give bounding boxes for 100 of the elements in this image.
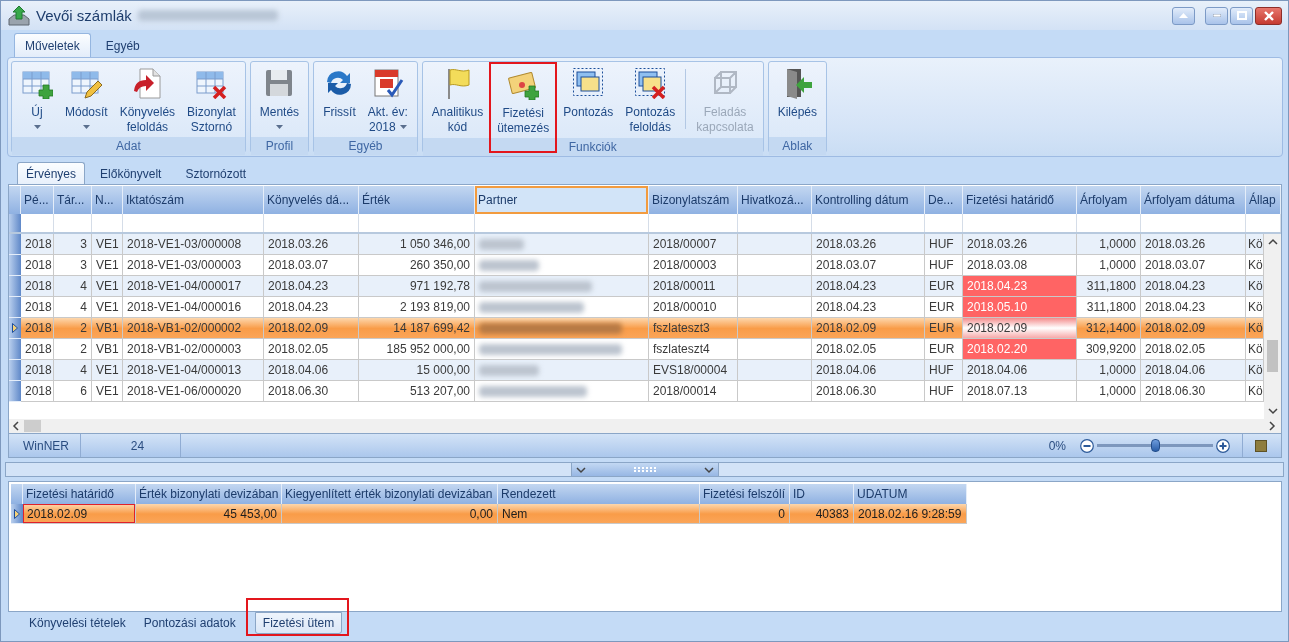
chevron-right-icon[interactable]	[1268, 421, 1276, 431]
ribbon-button[interactable]: Fizetési ütemezés	[491, 64, 556, 138]
chevron-left-icon[interactable]	[12, 421, 20, 431]
tray-arrow-icon	[8, 4, 30, 27]
stacked-windows-icon	[572, 67, 605, 99]
column-header[interactable]: Könyvelés dá...	[264, 186, 359, 214]
chevron-up-icon[interactable]	[1267, 238, 1278, 246]
table-row[interactable]: 2018 4 VE1 2018-VE1-04/000016 2018.04.23 2 193 819,00 2018/00010 2018.04.23 EUR 2018.05.10 311,1800 2018.04.23 Kö	[9, 297, 1264, 318]
column-header[interactable]: De...	[925, 186, 963, 214]
column-header[interactable]: Fizetési határidő	[23, 484, 136, 504]
column-header[interactable]: Kiegyenlített érték bizonylati devizában	[282, 484, 498, 504]
caret-icon	[82, 125, 90, 129]
column-header[interactable]: Fizetési határidő	[963, 186, 1077, 214]
zoom-out-icon[interactable]	[1080, 438, 1094, 453]
row-header[interactable]	[9, 276, 21, 297]
group-label: Funkciók	[422, 138, 763, 156]
table-row[interactable]: 2018 3 VE1 2018-VE1-03/000003 2018.03.07 260 350,00 2018/00003 2018.03.07 HUF 2018.03.08 1,0000 2018.03.07 Kö	[9, 255, 1264, 276]
blurred-text	[479, 238, 524, 250]
close-icon	[1263, 10, 1274, 21]
table-cell: 0	[700, 504, 790, 524]
tab[interactable]: Előkönyvelt	[91, 162, 171, 184]
table-cell: VE1	[92, 381, 123, 402]
ribbon-button[interactable]: Kilépés	[771, 63, 824, 137]
slider-thumb[interactable]	[1150, 439, 1160, 452]
tab[interactable]: Fizetési ütem	[254, 612, 343, 634]
ribbon-tab[interactable]: Egyéb	[94, 33, 151, 57]
row-header[interactable]	[9, 381, 21, 402]
ribbon-button[interactable]: Pontozás	[557, 63, 620, 137]
column-header[interactable]: Rendezett	[498, 484, 700, 504]
corner-header	[9, 186, 21, 214]
tab[interactable]: Sztornózott	[176, 162, 256, 184]
corner-header	[11, 484, 23, 504]
zoom-in-icon[interactable]	[1216, 438, 1230, 453]
window-title: Vevői számlák	[36, 7, 132, 24]
table-row[interactable]: 2018.02.09 45 453,00 0,00 Nem 0 40383 2018.02.16 9:28:59	[11, 504, 967, 524]
horizontal-scrollbar[interactable]	[9, 419, 1281, 433]
row-header[interactable]	[9, 339, 21, 360]
zoom-slider[interactable]	[1097, 439, 1213, 452]
column-header[interactable]: Állap	[1246, 186, 1281, 214]
ribbon-button[interactable]: Frissít	[317, 63, 362, 137]
ribbon-button[interactable]: Akt. év: 2018	[361, 63, 414, 137]
row-header[interactable]	[9, 318, 21, 339]
table-row[interactable]: 2018 6 VE1 2018-VE1-06/000020 2018.06.30 513 207,00 2018/00014 2018.06.30 HUF 2018.07.13 1,0000 2018.06.30 Kö	[9, 381, 1264, 402]
column-header[interactable]: Érték bizonylati devizában	[136, 484, 282, 504]
ribbon-tab[interactable]: Műveletek	[14, 33, 91, 57]
column-header[interactable]: Partner	[475, 186, 649, 214]
blurred-text	[479, 259, 539, 271]
row-header[interactable]	[9, 297, 21, 318]
chevron-down-icon[interactable]	[703, 465, 714, 474]
document-arrow-icon	[131, 67, 164, 99]
table-cell: 2018.02.09	[23, 504, 136, 524]
chevron-down-icon[interactable]	[575, 465, 586, 474]
square-icon[interactable]	[1255, 439, 1267, 452]
ribbon-button[interactable]: Bizonylat Sztornó	[181, 63, 242, 137]
column-header[interactable]: ID	[790, 484, 854, 504]
scrollbar-thumb[interactable]	[24, 420, 41, 432]
column-header[interactable]: Bizonylatszám	[649, 186, 738, 214]
row-header[interactable]	[11, 504, 23, 524]
ribbon-button[interactable]: Analitikus kód	[425, 63, 490, 137]
status-text: WinNER	[9, 434, 81, 457]
ribbon-button[interactable]: Mentés	[253, 63, 306, 137]
table-row[interactable]: 2018 4 VE1 2018-VE1-04/000013 2018.04.06 15 000,00 EVS18/00004 2018.04.06 HUF 2018.04.06 1,0000 2018.04.06 Kö	[9, 360, 1264, 381]
scrollbar-thumb[interactable]	[1267, 340, 1278, 372]
splitter-handle[interactable]	[570, 463, 719, 476]
table-row[interactable]: 2018 4 VE1 2018-VE1-04/000017 2018.04.23 971 192,78 2018/00011 2018.04.23 EUR 2018.04.23 311,1800 2018.04.23 Kö	[9, 276, 1264, 297]
ribbon-button[interactable]: Könyvelés feloldás	[113, 63, 182, 137]
table-cell: 45 453,00	[136, 504, 282, 524]
column-header[interactable]: Fizetési felszólí	[700, 484, 790, 504]
column-header[interactable]: Kontrolling dátum	[812, 186, 925, 214]
ribbon-button[interactable]: Pontozás feloldás	[619, 63, 682, 137]
row-header[interactable]	[9, 234, 21, 255]
column-header[interactable]: Árfolyam dátuma	[1141, 186, 1246, 214]
vertical-scrollbar[interactable]	[1264, 234, 1281, 419]
column-header[interactable]: Árfolyam	[1077, 186, 1141, 214]
row-header[interactable]	[9, 360, 21, 381]
table-row[interactable]: 2018 2 VB1 2018-VB1-02/000002 2018.02.09 14 187 699,42 fszlateszt3 2018.02.09 EUR 2018.02.09 312,1400 2018.02.09 Kö	[9, 318, 1264, 339]
tab[interactable]: Könyvelési tételek	[21, 612, 134, 634]
group-label: Egyéb	[314, 137, 417, 155]
column-header[interactable]: Tár...	[54, 186, 92, 214]
column-header[interactable]: Hivatkozá...	[738, 186, 812, 214]
ribbon-button[interactable]: Módosít	[59, 63, 114, 137]
collapse-ribbon-button[interactable]	[1172, 6, 1195, 25]
row-header[interactable]	[9, 255, 21, 276]
ribbon-button[interactable]: Új	[15, 63, 59, 137]
column-header[interactable]: UDATUM	[854, 484, 967, 504]
table-row[interactable]: 2018 3 VE1 2018-VE1-03/000008 2018.03.26 1 050 346,00 2018/00007 2018.03.26 HUF 2018.03.26 1,0000 2018.03.26 Kö	[9, 234, 1264, 255]
column-header[interactable]: N...	[92, 186, 123, 214]
column-header[interactable]: Pé...	[21, 186, 54, 214]
tab[interactable]: Pontozási adatok	[135, 612, 244, 634]
column-header[interactable]: Iktatószám	[123, 186, 264, 214]
table-cell: 0,00	[282, 504, 498, 524]
column-header[interactable]: Érték	[359, 186, 475, 214]
chevron-down-icon[interactable]	[1267, 407, 1278, 415]
caret-icon	[399, 125, 407, 129]
tab[interactable]: Érvényes	[17, 162, 86, 184]
minimize-icon	[1212, 14, 1221, 17]
minimize-button[interactable]	[1205, 6, 1228, 25]
close-button[interactable]	[1255, 6, 1282, 25]
table-row[interactable]: 2018 2 VB1 2018-VB1-02/000003 2018.02.05 185 952 000,00 fszlateszt4 2018.02.05 EUR 2018.02.20 309,9200 2018.02.05 Kö	[9, 339, 1264, 360]
maximize-icon	[1236, 11, 1247, 20]
